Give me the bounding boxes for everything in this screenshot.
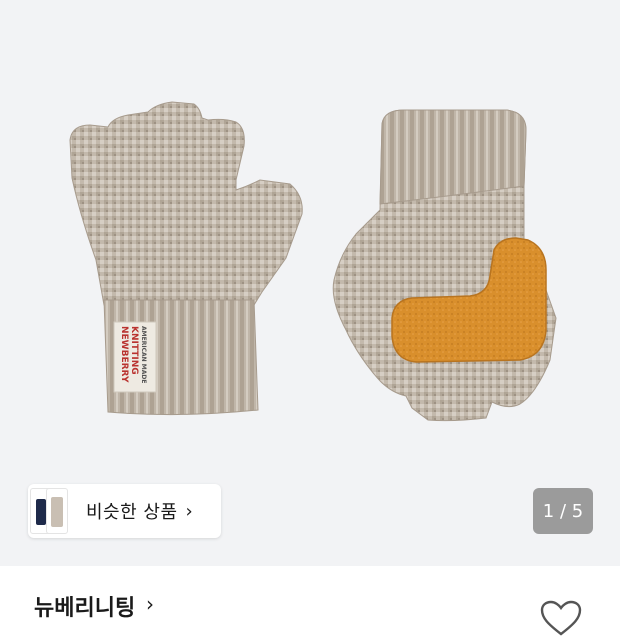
similar-products-button[interactable]: 비슷한 상품 ›	[28, 484, 221, 538]
similar-products-label: 비슷한 상품	[86, 502, 178, 523]
heart-outline-icon[interactable]	[540, 600, 582, 636]
brand-row[interactable]: 뉴베리니팅 ›	[0, 566, 620, 622]
brand-name-link[interactable]: 뉴베리니팅	[34, 590, 135, 622]
right-glove-illustration	[332, 109, 557, 422]
page-counter-text: 1 / 5	[542, 500, 584, 522]
product-image-carousel[interactable]: NEWBERRY KNITTING AMERICAN MADE 1 / 5	[0, 0, 620, 566]
chevron-right-icon: ›	[146, 592, 154, 616]
svg-text:AMERICAN MADE: AMERICAN MADE	[140, 326, 147, 383]
svg-text:KNITTING: KNITTING	[129, 326, 139, 375]
oatmeal-glove-thumbnail-icon	[46, 488, 68, 534]
chevron-right-icon: ›	[185, 500, 193, 522]
similar-thumbnails	[30, 484, 80, 538]
image-page-counter: 1 / 5	[533, 488, 593, 534]
svg-text:NEWBERRY: NEWBERRY	[119, 326, 129, 383]
product-image: NEWBERRY KNITTING AMERICAN MADE	[69, 101, 557, 422]
left-glove-illustration: NEWBERRY KNITTING AMERICAN MADE	[69, 101, 303, 416]
